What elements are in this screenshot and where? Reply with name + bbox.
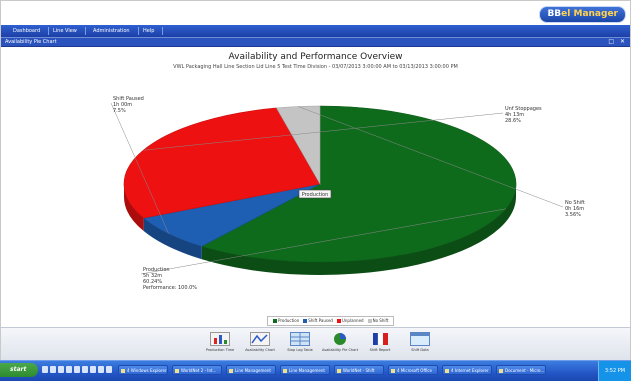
tool-availability-chart[interactable]: Availability Chart [242, 331, 278, 357]
tool-shift-data[interactable]: Shift Data [402, 331, 438, 357]
logo-rest: el Manager [561, 9, 618, 19]
menu-item-line-view[interactable]: Line View [45, 27, 86, 35]
quick-launch-icon[interactable] [42, 366, 48, 373]
legend-item[interactable]: Shift Paused [303, 317, 333, 325]
taskbar-item-label: WorldNet 2 - Int... [181, 368, 217, 373]
close-icon[interactable]: ✕ [620, 38, 625, 46]
tool-label: Availability Chart [245, 348, 275, 352]
app-icon [337, 369, 341, 373]
tool-shift-report[interactable]: Shift Report [362, 331, 398, 357]
tool-label: Stop Log Table [287, 348, 313, 352]
flag-icon [370, 331, 390, 346]
quick-launch-icon[interactable] [58, 366, 64, 373]
app-logo: BBel Manager [539, 6, 626, 23]
legend-label: Unplanned [341, 318, 364, 323]
quick-launch-icon[interactable] [90, 366, 96, 373]
chart-title: Availability and Performance Overview [228, 52, 403, 62]
legend-item[interactable]: Production [273, 317, 299, 325]
taskbar-item[interactable]: WorldNet - Shift [334, 365, 384, 375]
table-icon [290, 331, 310, 346]
taskbar-item-label: Document - Micro... [505, 368, 545, 373]
slice-label-text: Performance: 100.0% [143, 285, 197, 291]
window-icon [410, 331, 430, 346]
chart-legend: Production Shift Paused Unplanned No Shift [267, 316, 395, 326]
tool-label: Shift Data [411, 348, 429, 352]
bottom-toolbar: Production Time Availability Chart Stop … [1, 327, 630, 360]
chart-subtitle: VWL Packaging Hall Line Section Lid Line… [173, 64, 458, 70]
legend-swatch [273, 319, 277, 323]
quick-launch-icon[interactable] [82, 366, 88, 373]
taskbar-item[interactable]: WorldNet 2 - Int... [172, 365, 222, 375]
logo-word: BB [547, 9, 562, 19]
system-clock: 3:52 PM [598, 361, 631, 381]
bar-chart-icon [210, 331, 230, 346]
taskbar-item-label: 4 Windows Explorer [127, 368, 167, 373]
quick-launch-icon[interactable] [50, 366, 56, 373]
quick-launch-icon[interactable] [98, 366, 104, 373]
taskbar-item[interactable]: Document - Micro... [496, 365, 546, 375]
quick-launch-icon[interactable] [74, 366, 80, 373]
line-chart-icon [250, 331, 270, 346]
chart-panel: Production 5h 32m 60.24% Performance: 100.0… [3, 47, 628, 327]
slice-label-text: 3.56% [565, 212, 581, 218]
folder-icon [121, 369, 125, 373]
menu-bar: Dashboard Line View Administration Help [1, 25, 630, 38]
tool-availability-pie-chart[interactable]: Availability Pie Chart [322, 331, 358, 357]
taskbar-item-label: WorldNet - Shift [343, 368, 375, 373]
browser-icon [445, 369, 449, 373]
legend-swatch [303, 319, 308, 323]
app-icon [175, 369, 179, 373]
legend-label: Shift Paused [308, 318, 333, 323]
tool-label: Availability Pie Chart [322, 348, 359, 352]
slice-label-text: 7.5% [113, 108, 126, 114]
tool-label: Shift Report [369, 348, 391, 352]
legend-label: Production [278, 318, 300, 323]
legend-swatch [336, 319, 341, 323]
menu-item-dashboard[interactable]: Dashboard [5, 27, 50, 35]
legend-item[interactable]: No Shift [367, 317, 389, 325]
taskbar-item-label: 4 Internet Explorer [451, 368, 489, 373]
taskbar-item[interactable]: 4 Windows Explorer [118, 365, 168, 375]
window-titlebar: Availability Pie Chart □ ✕ [1, 38, 630, 47]
taskbar-item-label: Line Management [235, 368, 271, 373]
tool-label: Production Time [205, 348, 235, 352]
app-icon [229, 369, 233, 373]
slice-label-text: 28.6% [505, 118, 521, 124]
start-button[interactable]: start [0, 363, 38, 377]
legend-label: No Shift [372, 318, 389, 323]
pie-chart-icon [330, 331, 350, 345]
center-label-text: Production [302, 192, 329, 198]
tool-production-time[interactable]: Production Time [202, 331, 238, 357]
window-title: Availability Pie Chart [5, 39, 57, 45]
tool-stop-log-table[interactable]: Stop Log Table [282, 331, 318, 357]
office-icon [391, 369, 395, 373]
taskbar-item[interactable]: 4 Internet Explorer [442, 365, 492, 375]
app-header: BBel Manager [1, 1, 630, 25]
menu-item-administration[interactable]: Administration [85, 27, 139, 35]
maximize-icon[interactable]: □ [608, 38, 614, 46]
taskbar-item[interactable]: Line Management [280, 365, 330, 375]
taskbar-item[interactable]: Line Management [226, 365, 276, 375]
taskbar-item[interactable]: 4 Microsoft Office [388, 365, 438, 375]
legend-item[interactable]: Unplanned [336, 317, 364, 325]
quick-launch-icon[interactable] [106, 366, 112, 373]
menu-item-help[interactable]: Help [135, 27, 164, 35]
os-taskbar: start 4 Windows Explorer WorldNet 2 - In… [0, 360, 631, 381]
taskbar-item-label: 4 Microsoft Office [397, 368, 432, 373]
legend-swatch [367, 319, 372, 323]
app-icon [283, 369, 287, 373]
quick-launch-icon[interactable] [66, 366, 72, 373]
pie-chart: Production5h 32m60.24%Performance: 100.0… [110, 96, 585, 291]
document-icon [499, 369, 503, 373]
taskbar-item-label: Line Management [289, 368, 325, 373]
